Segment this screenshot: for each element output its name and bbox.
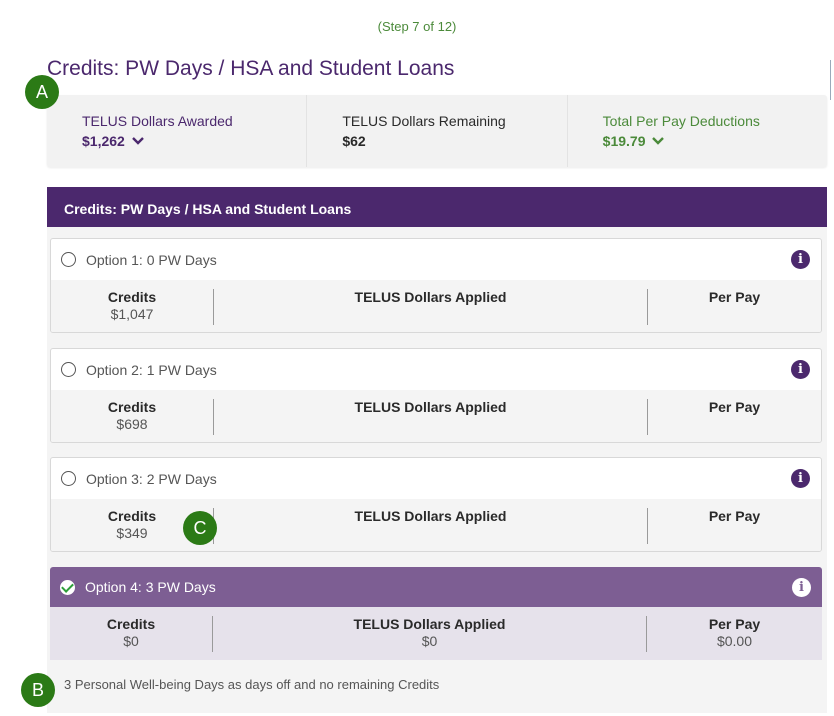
radio-button[interactable]	[61, 362, 76, 377]
option-2-card[interactable]: Option 2: 1 PW Days i Credits $698 TELUS…	[50, 348, 822, 443]
perpay-heading: Per Pay	[708, 616, 761, 632]
credits-column: Credits $698	[51, 399, 214, 435]
credits-column: Credits $0	[50, 616, 213, 652]
option-label: Option 1: 0 PW Days	[86, 251, 217, 268]
info-icon[interactable]: i	[791, 250, 810, 269]
credits-column: Credits $1,047	[51, 289, 214, 325]
chevron-down-icon[interactable]	[131, 136, 145, 146]
option-1-card[interactable]: Option 1: 0 PW Days i Credits $1,047 TEL…	[50, 238, 822, 333]
perpay-value: $0.00	[716, 633, 753, 649]
option-details: Credits $349 TELUS Dollars Applied Per P…	[51, 499, 821, 551]
applied-heading: TELUS Dollars Applied	[354, 399, 507, 415]
marker-c: C	[183, 511, 217, 545]
applied-heading: TELUS Dollars Applied	[354, 289, 507, 305]
applied-column: TELUS Dollars Applied	[214, 508, 648, 544]
awarded-amount: $1,262	[82, 133, 125, 149]
summary-total[interactable]: Total Per Pay Deductions $19.79	[568, 95, 827, 167]
option-description: 3 Personal Well-being Days as days off a…	[50, 660, 822, 709]
remaining-label: TELUS Dollars Remaining	[342, 113, 506, 129]
total-value[interactable]: $19.79	[603, 133, 827, 149]
applied-heading: TELUS Dollars Applied	[354, 508, 507, 524]
credits-value: $0	[123, 633, 139, 649]
perpay-heading: Per Pay	[708, 289, 761, 305]
check-icon[interactable]	[60, 579, 75, 595]
option-header[interactable]: Option 4: 3 PW Days i	[50, 567, 822, 607]
marker-b: B	[21, 673, 55, 707]
option-details: Credits $1,047 TELUS Dollars Applied Per…	[51, 280, 821, 332]
credits-panel: Credits: PW Days / HSA and Student Loans…	[47, 187, 827, 713]
perpay-heading: Per Pay	[708, 399, 761, 415]
info-icon[interactable]: i	[791, 360, 810, 379]
perpay-column: Per Pay	[648, 508, 821, 524]
option-label: Option 4: 3 PW Days	[85, 579, 216, 595]
applied-value: $0	[421, 633, 438, 649]
option-header[interactable]: Option 3: 2 PW Days i	[51, 458, 821, 499]
summary-remaining: TELUS Dollars Remaining $62	[307, 95, 568, 167]
credits-heading: Credits	[106, 616, 156, 632]
summary-bar: TELUS Dollars Awarded $1,262 TELUS Dolla…	[47, 95, 827, 167]
applied-column: TELUS Dollars Applied $0	[213, 616, 647, 652]
applied-column: TELUS Dollars Applied	[214, 289, 648, 325]
credits-value: $1,047	[110, 306, 154, 322]
info-icon[interactable]: i	[792, 578, 811, 597]
option-details: Credits $698 TELUS Dollars Applied Per P…	[51, 390, 821, 442]
applied-column: TELUS Dollars Applied	[214, 399, 648, 435]
scrollbar-edge	[830, 60, 832, 100]
summary-awarded[interactable]: TELUS Dollars Awarded $1,262	[47, 95, 308, 167]
option-label: Option 3: 2 PW Days	[86, 470, 217, 487]
marker-a: A	[25, 75, 59, 109]
awarded-value[interactable]: $1,262	[82, 133, 306, 149]
chevron-down-icon[interactable]	[651, 136, 665, 146]
total-amount: $19.79	[602, 133, 646, 149]
radio-button[interactable]	[61, 471, 76, 486]
info-icon[interactable]: i	[791, 469, 810, 488]
perpay-column: Per Pay	[648, 289, 821, 305]
option-header[interactable]: Option 2: 1 PW Days i	[51, 349, 821, 390]
option-label: Option 2: 1 PW Days	[86, 361, 217, 378]
credits-heading: Credits	[107, 289, 157, 305]
perpay-column: Per Pay $0.00	[647, 616, 822, 649]
panel-header: Credits: PW Days / HSA and Student Loans	[47, 187, 827, 227]
credits-value: $698	[116, 416, 148, 432]
option-details: Credits $0 TELUS Dollars Applied $0 Per …	[50, 607, 822, 660]
option-header[interactable]: Option 1: 0 PW Days i	[51, 239, 821, 280]
perpay-column: Per Pay	[648, 399, 821, 415]
total-label: Total Per Pay Deductions	[602, 113, 760, 129]
credits-heading: Credits	[107, 399, 157, 415]
page-title: Credits: PW Days / HSA and Student Loans	[47, 57, 455, 80]
option-3-card[interactable]: Option 3: 2 PW Days i Credits $349 TELUS…	[50, 457, 822, 552]
perpay-heading: Per Pay	[708, 508, 761, 524]
applied-heading: TELUS Dollars Applied	[353, 616, 506, 632]
remaining-value: $62	[342, 133, 366, 149]
radio-button[interactable]	[61, 252, 76, 267]
step-indicator: (Step 7 of 12)	[377, 19, 457, 34]
awarded-label: TELUS Dollars Awarded	[82, 113, 233, 129]
option-4-card[interactable]: Option 4: 3 PW Days i Credits $0 TELUS D…	[50, 567, 822, 709]
